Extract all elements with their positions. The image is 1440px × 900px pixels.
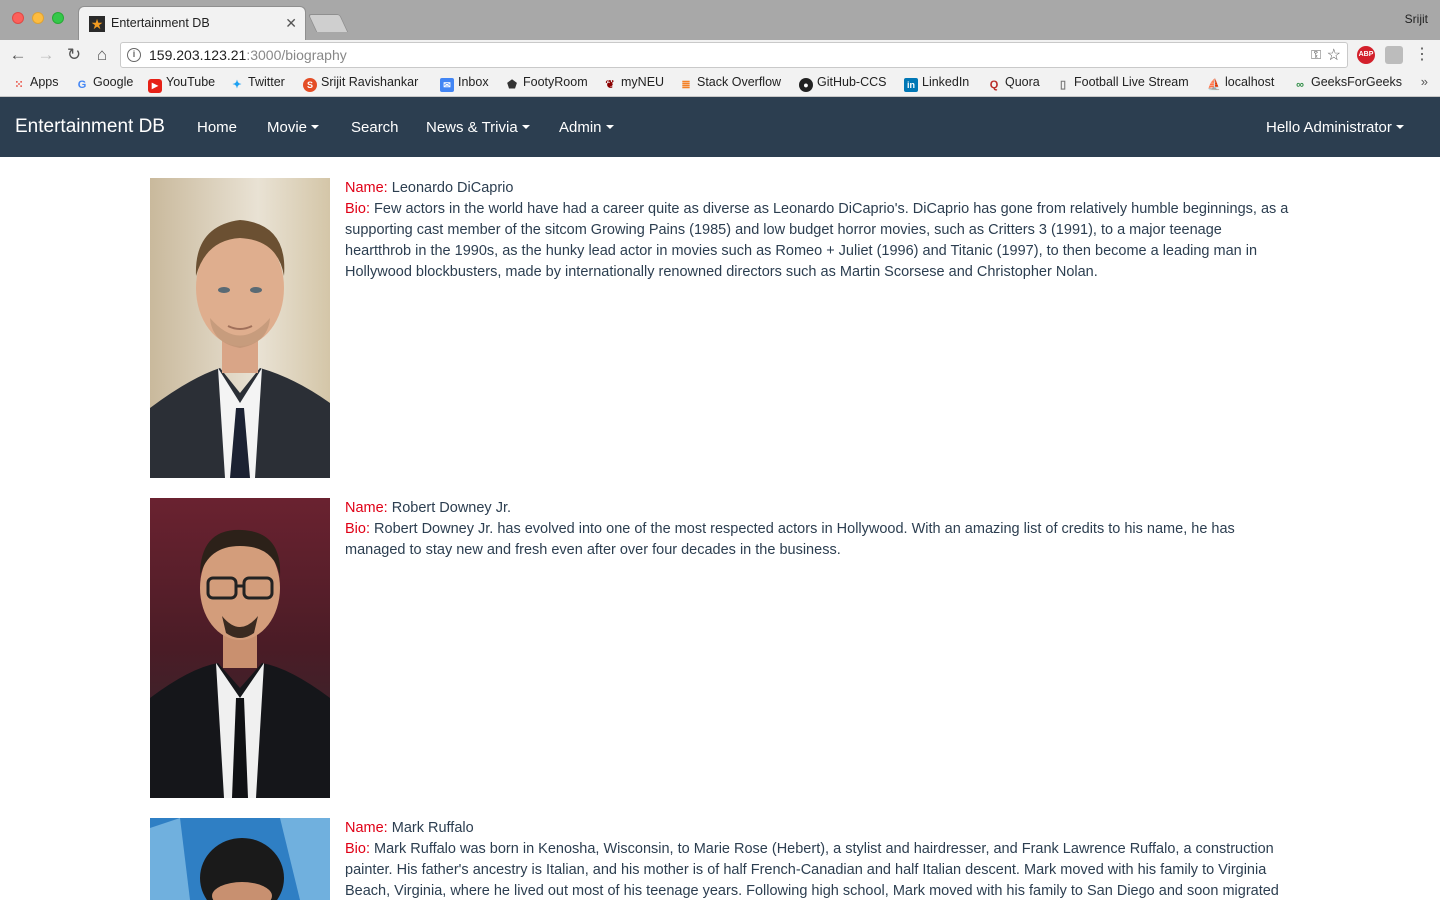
close-window-button[interactable] bbox=[12, 12, 24, 24]
browser-tab[interactable]: ★ Entertainment DB ✕ bbox=[78, 6, 306, 40]
bio-label: Bio: bbox=[345, 521, 370, 537]
minimize-window-button[interactable] bbox=[32, 12, 44, 24]
bookmark-localhost[interactable]: ⛵ localhost bbox=[1207, 75, 1274, 92]
nav-admin-dropdown[interactable]: Admin bbox=[559, 119, 614, 136]
tab-title: Entertainment DB bbox=[111, 16, 210, 30]
new-tab-button[interactable] bbox=[307, 14, 349, 32]
pma-icon: ⛵ bbox=[1207, 79, 1221, 91]
key-icon[interactable]: ⚿ bbox=[1311, 47, 1321, 63]
browser-tab-strip: ★ Entertainment DB ✕ Srijit bbox=[0, 0, 1440, 40]
actor-name: Leonardo DiCaprio bbox=[391, 180, 514, 196]
actor-bio-row: Bio: Few actors in the world have had a … bbox=[345, 199, 1290, 283]
more-bookmarks-icon[interactable]: » bbox=[1421, 74, 1428, 89]
bookmark-apps[interactable]: ⁙ Apps bbox=[12, 75, 58, 92]
linkedin-icon: in bbox=[904, 78, 918, 92]
bookmark-myneu[interactable]: ❦ myNEU bbox=[603, 75, 664, 92]
bookmark-twitter[interactable]: ✦ Twitter bbox=[230, 75, 284, 92]
inbox-icon: ✉ bbox=[440, 78, 454, 92]
bookmark-inbox[interactable]: ✉ Inbox bbox=[440, 75, 489, 92]
maximize-window-button[interactable] bbox=[52, 12, 64, 24]
nav-search[interactable]: Search bbox=[351, 119, 399, 136]
google-icon: G bbox=[77, 79, 87, 91]
bookmark-star-icon[interactable]: ☆ bbox=[1327, 45, 1341, 65]
youtube-icon: ▶ bbox=[148, 79, 162, 93]
nav-movie-dropdown[interactable]: Movie bbox=[267, 119, 320, 136]
actor-bio: Few actors in the world have had a caree… bbox=[345, 201, 1289, 280]
bookmark-youtube[interactable]: ▶ YouTube bbox=[148, 75, 215, 93]
address-bar[interactable]: i 159.203.123.21:3000/biography ⚿ ☆ bbox=[120, 42, 1348, 68]
caret-down-icon bbox=[521, 125, 530, 129]
actor-info: Name: Leonardo DiCaprio Bio: Few actors … bbox=[345, 178, 1290, 283]
nav-home[interactable]: Home bbox=[197, 119, 237, 136]
bookmark-stackoverflow[interactable]: ≣ Stack Overflow bbox=[679, 75, 781, 92]
bookmark-github[interactable]: ● GitHub-CCS bbox=[799, 75, 886, 92]
forward-icon[interactable]: → bbox=[34, 43, 58, 67]
name-label: Name: bbox=[345, 820, 388, 836]
site-info-icon[interactable]: i bbox=[127, 48, 141, 62]
actor-bio-row: Bio: Mark Ruffalo was born in Kenosha, W… bbox=[345, 839, 1290, 900]
actor-name-row: Name: Leonardo DiCaprio bbox=[345, 178, 1290, 199]
bookmark-srijit[interactable]: S Srijit Ravishankar bbox=[303, 75, 418, 92]
reload-icon[interactable]: ↻ bbox=[62, 43, 86, 67]
twitter-icon: ✦ bbox=[232, 79, 242, 91]
bookmark-football-stream[interactable]: ▯ Football Live Stream bbox=[1056, 75, 1189, 92]
actor-info: Name: Mark Ruffalo Bio: Mark Ruffalo was… bbox=[345, 818, 1290, 900]
extension-icon[interactable] bbox=[1385, 46, 1403, 64]
caret-down-icon bbox=[605, 125, 614, 129]
bio-label: Bio: bbox=[345, 201, 370, 217]
paw-icon: ❦ bbox=[605, 79, 615, 91]
browser-toolbar: ← → ↻ ⌂ i 159.203.123.21:3000/biography … bbox=[0, 40, 1440, 70]
profile-name[interactable]: Srijit bbox=[1405, 12, 1428, 26]
github-icon: ● bbox=[799, 78, 813, 92]
actor-bio: Robert Downey Jr. has evolved into one o… bbox=[345, 521, 1235, 558]
bookmark-quora[interactable]: Q Quora bbox=[987, 75, 1040, 92]
actor-bio: Mark Ruffalo was born in Kenosha, Wiscon… bbox=[345, 841, 1279, 899]
actor-photo bbox=[150, 498, 330, 798]
bio-label: Bio: bbox=[345, 841, 370, 857]
footyroom-icon: ⬟ bbox=[507, 79, 517, 91]
actor-bio-row: Bio: Robert Downey Jr. has evolved into … bbox=[345, 519, 1290, 561]
caret-down-icon bbox=[1395, 125, 1404, 129]
bookmark-footyroom[interactable]: ⬟ FootyRoom bbox=[505, 75, 587, 92]
nav-news-trivia-dropdown[interactable]: News & Trivia bbox=[426, 119, 530, 136]
browser-menu-icon[interactable]: ⋮ bbox=[1414, 44, 1430, 64]
name-label: Name: bbox=[345, 500, 388, 516]
user-menu-dropdown[interactable]: Hello Administrator bbox=[1266, 119, 1404, 136]
back-icon[interactable]: ← bbox=[6, 43, 30, 67]
apps-icon: ⁙ bbox=[14, 79, 24, 91]
actor-name: Robert Downey Jr. bbox=[391, 500, 512, 516]
actor-name-row: Name: Robert Downey Jr. bbox=[345, 498, 1290, 519]
tab-close-icon[interactable]: ✕ bbox=[285, 15, 297, 32]
profile-icon: S bbox=[303, 78, 317, 92]
bookmarks-bar: ⁙ Apps G Google ▶ YouTube ✦ Twitter S Srijit … bbox=[0, 70, 1440, 97]
star-favicon-icon: ★ bbox=[89, 16, 105, 32]
bookmark-linkedin[interactable]: in LinkedIn bbox=[904, 75, 969, 92]
actor-name-row: Name: Mark Ruffalo bbox=[345, 818, 1290, 839]
bookmark-google[interactable]: G Google bbox=[75, 75, 134, 92]
geeksforgeeks-icon: ∞ bbox=[1296, 79, 1304, 91]
app-navbar: Entertainment DB Home Movie Search News … bbox=[0, 97, 1440, 157]
quora-icon: Q bbox=[989, 79, 999, 91]
brand-link[interactable]: Entertainment DB bbox=[15, 116, 165, 138]
stackoverflow-icon: ≣ bbox=[681, 79, 691, 91]
actor-name: Mark Ruffalo bbox=[391, 820, 474, 836]
caret-down-icon bbox=[311, 125, 320, 129]
url-text: 159.203.123.21:3000/biography bbox=[149, 47, 347, 63]
adblock-extension-icon[interactable]: ABP bbox=[1357, 46, 1375, 64]
actor-photo bbox=[150, 818, 330, 900]
actor-photo bbox=[150, 178, 330, 478]
page-icon: ▯ bbox=[1059, 79, 1067, 91]
bookmark-geeksforgeeks[interactable]: ∞ GeeksForGeeks bbox=[1293, 75, 1402, 92]
name-label: Name: bbox=[345, 180, 388, 196]
home-icon[interactable]: ⌂ bbox=[90, 43, 114, 67]
actor-info: Name: Robert Downey Jr. Bio: Robert Down… bbox=[345, 498, 1290, 561]
